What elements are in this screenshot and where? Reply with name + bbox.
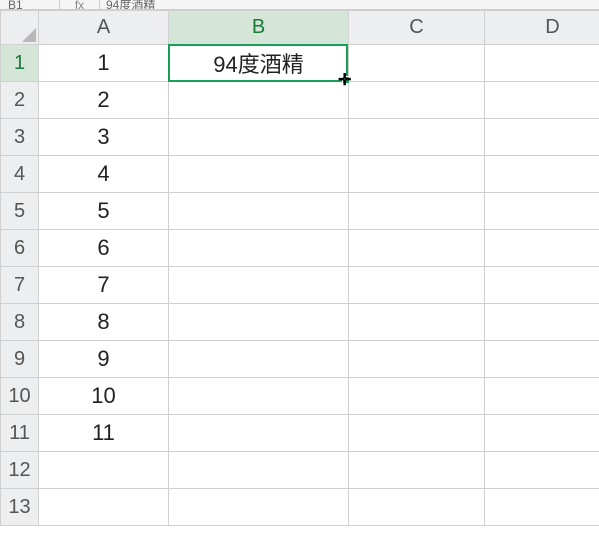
cell-C12[interactable] xyxy=(349,452,485,489)
cell-B13[interactable] xyxy=(169,489,349,526)
cell-C5[interactable] xyxy=(349,193,485,230)
cell-B6[interactable] xyxy=(169,230,349,267)
grid-table: A B C D 1194度酒精2233445566778899101011111… xyxy=(0,10,599,526)
row-header-2[interactable]: 2 xyxy=(1,82,39,119)
cell-B10[interactable] xyxy=(169,378,349,415)
cell-D13[interactable] xyxy=(485,489,599,526)
cell-A13[interactable] xyxy=(39,489,169,526)
cell-A12[interactable] xyxy=(39,452,169,489)
cell-A8[interactable]: 8 xyxy=(39,304,169,341)
col-header-D[interactable]: D xyxy=(485,11,599,45)
cell-B11[interactable] xyxy=(169,415,349,452)
fx-icon[interactable]: fx xyxy=(60,0,100,9)
select-all-corner[interactable] xyxy=(1,11,39,45)
cell-B12[interactable] xyxy=(169,452,349,489)
row-header-9[interactable]: 9 xyxy=(1,341,39,378)
cell-B1[interactable]: 94度酒精 xyxy=(169,45,349,82)
row-header-12[interactable]: 12 xyxy=(1,452,39,489)
cell-A4[interactable]: 4 xyxy=(39,156,169,193)
cell-D11[interactable] xyxy=(485,415,599,452)
row-header-10[interactable]: 10 xyxy=(1,378,39,415)
cell-D1[interactable] xyxy=(485,45,599,82)
cell-C6[interactable] xyxy=(349,230,485,267)
cell-A10[interactable]: 10 xyxy=(39,378,169,415)
row-header-13[interactable]: 13 xyxy=(1,489,39,526)
cell-C8[interactable] xyxy=(349,304,485,341)
row-header-1[interactable]: 1 xyxy=(1,45,39,82)
cell-C11[interactable] xyxy=(349,415,485,452)
cell-B2[interactable] xyxy=(169,82,349,119)
cell-A9[interactable]: 9 xyxy=(39,341,169,378)
cell-D10[interactable] xyxy=(485,378,599,415)
col-header-C[interactable]: C xyxy=(349,11,485,45)
cell-C3[interactable] xyxy=(349,119,485,156)
cell-B5[interactable] xyxy=(169,193,349,230)
cell-C13[interactable] xyxy=(349,489,485,526)
cell-A3[interactable]: 3 xyxy=(39,119,169,156)
formula-bar-row: B1 fx 94度酒精 xyxy=(0,0,599,10)
cell-D2[interactable] xyxy=(485,82,599,119)
row-header-11[interactable]: 11 xyxy=(1,415,39,452)
fill-handle[interactable] xyxy=(342,76,350,84)
cell-B3[interactable] xyxy=(169,119,349,156)
cell-D3[interactable] xyxy=(485,119,599,156)
col-header-A[interactable]: A xyxy=(39,11,169,45)
select-all-triangle-icon xyxy=(22,28,36,42)
row-header-6[interactable]: 6 xyxy=(1,230,39,267)
cell-C4[interactable] xyxy=(349,156,485,193)
cell-A2[interactable]: 2 xyxy=(39,82,169,119)
col-header-B[interactable]: B xyxy=(169,11,349,45)
cell-D7[interactable] xyxy=(485,267,599,304)
cell-C2[interactable] xyxy=(349,82,485,119)
row-header-4[interactable]: 4 xyxy=(1,156,39,193)
cell-C7[interactable] xyxy=(349,267,485,304)
cell-B8[interactable] xyxy=(169,304,349,341)
cell-C9[interactable] xyxy=(349,341,485,378)
row-header-5[interactable]: 5 xyxy=(1,193,39,230)
row-header-3[interactable]: 3 xyxy=(1,119,39,156)
cell-B7[interactable] xyxy=(169,267,349,304)
row-header-7[interactable]: 7 xyxy=(1,267,39,304)
formula-bar[interactable]: 94度酒精 xyxy=(100,0,599,9)
name-box[interactable]: B1 xyxy=(0,0,60,9)
cell-C10[interactable] xyxy=(349,378,485,415)
cell-A6[interactable]: 6 xyxy=(39,230,169,267)
cell-B9[interactable] xyxy=(169,341,349,378)
cell-A7[interactable]: 7 xyxy=(39,267,169,304)
cell-C1[interactable] xyxy=(349,45,485,82)
cell-B4[interactable] xyxy=(169,156,349,193)
cell-A5[interactable]: 5 xyxy=(39,193,169,230)
row-header-8[interactable]: 8 xyxy=(1,304,39,341)
cell-D6[interactable] xyxy=(485,230,599,267)
cell-D12[interactable] xyxy=(485,452,599,489)
cell-D5[interactable] xyxy=(485,193,599,230)
cell-A1[interactable]: 1 xyxy=(39,45,169,82)
spreadsheet-area: A B C D 1194度酒精2233445566778899101011111… xyxy=(0,10,599,526)
cell-A11[interactable]: 11 xyxy=(39,415,169,452)
cell-D8[interactable] xyxy=(485,304,599,341)
cell-D4[interactable] xyxy=(485,156,599,193)
cell-D9[interactable] xyxy=(485,341,599,378)
